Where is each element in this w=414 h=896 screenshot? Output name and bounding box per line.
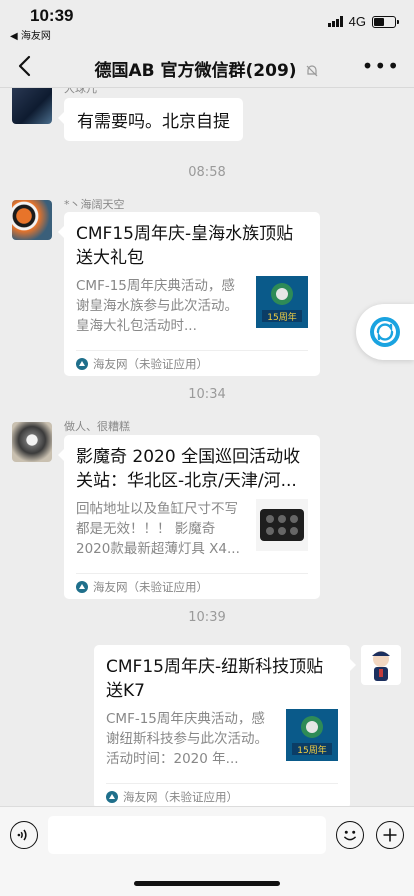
card-source-label: 海友网（未验证应用） xyxy=(93,356,208,371)
status-bar: 10:39 ◀ 海友网 4G xyxy=(0,0,414,44)
timestamp: 08:58 xyxy=(188,165,226,180)
source-logo-icon xyxy=(76,580,88,593)
link-card[interactable]: 影魔奇 2020 全国巡回活动收关站：华北区-北京/天津/河... 回帖地址以及… xyxy=(58,435,320,599)
timestamp: 10:39 xyxy=(188,610,226,625)
battery-icon xyxy=(372,15,399,28)
source-logo-icon xyxy=(106,790,118,803)
sender-name: 做人、很糟糕 xyxy=(64,420,130,433)
timestamp: 10:34 xyxy=(188,387,226,402)
chat-title-wrap: 德国AB 官方微信群(209) xyxy=(0,56,414,81)
plus-icon[interactable] xyxy=(376,821,404,849)
card-thumbnail: 15周年 xyxy=(286,709,338,761)
sender-name: *丶海阔天空 xyxy=(64,198,125,211)
chat-area: 大球儿 有需要吗。北京自提 08:58 *丶海阔天空 CMF15周年庆-皇海水族… xyxy=(0,88,414,806)
network-label: 4G xyxy=(348,14,366,29)
avatar[interactable] xyxy=(12,88,52,124)
card-description: CMF-15周年庆典活动，感谢皇海水族参与此次活动。皇海大礼包活动时... xyxy=(76,278,238,334)
avatar[interactable] xyxy=(361,645,401,685)
floating-refresh-button[interactable] xyxy=(356,304,414,360)
message-input[interactable] xyxy=(48,816,326,854)
card-source-label: 海友网（未验证应用） xyxy=(123,789,238,804)
card-source: 海友网（未验证应用） xyxy=(106,783,338,806)
signal-icon xyxy=(327,16,343,27)
card-source-label: 海友网（未验证应用） xyxy=(93,579,208,594)
link-card[interactable]: CMF15周年庆-纽斯科技顶贴送K7 CMF-15周年庆典活动，感谢纽斯科技参与… xyxy=(94,645,356,806)
message-bubble[interactable]: 有需要吗。北京自提 xyxy=(58,98,243,141)
card-title: CMF15周年庆-纽斯科技顶贴送K7 xyxy=(106,657,324,701)
card-title: 影魔奇 2020 全国巡回活动收关站：华北区-北京/天津/河... xyxy=(76,447,301,491)
thumb-label: 15周年 xyxy=(297,744,326,756)
card-thumbnail: 15周年 xyxy=(256,276,308,328)
chat-title: 德国AB 官方微信群(209) xyxy=(94,61,297,81)
nav-bar: 德国AB 官方微信群(209) ••• xyxy=(0,44,414,88)
link-card[interactable]: CMF15周年庆-皇海水族顶贴送大礼包 CMF-15周年庆典活动，感谢皇海水族参… xyxy=(58,212,320,376)
card-source: 海友网（未验证应用） xyxy=(76,573,308,599)
status-indicators: 4G xyxy=(327,14,399,29)
bell-off-icon xyxy=(307,65,318,77)
card-source: 海友网（未验证应用） xyxy=(76,350,308,376)
home-indicator xyxy=(134,881,280,886)
card-description: CMF-15周年庆典活动，感谢纽斯科技参与此次活动。活动时间：2020 年... xyxy=(106,711,268,767)
sender-name: 大球儿 xyxy=(64,88,97,95)
source-logo-icon xyxy=(76,357,88,370)
avatar[interactable] xyxy=(12,200,52,240)
card-description: 回帖地址以及鱼缸尺寸不写都是无效！！！ 影魔奇 2020款最新超薄灯具 X4..… xyxy=(76,501,240,557)
thumb-label: 15周年 xyxy=(267,311,296,323)
avatar[interactable] xyxy=(12,422,52,462)
refresh-icon xyxy=(370,317,400,347)
card-title: CMF15周年庆-皇海水族顶贴送大礼包 xyxy=(76,224,294,268)
more-icon[interactable]: ••• xyxy=(362,56,400,76)
emoji-icon[interactable] xyxy=(336,821,364,849)
card-thumbnail xyxy=(256,499,308,551)
back-to-app-link[interactable]: ◀ 海友网 xyxy=(10,27,51,42)
voice-icon[interactable] xyxy=(10,821,38,849)
status-time: 10:39 xyxy=(30,6,74,25)
